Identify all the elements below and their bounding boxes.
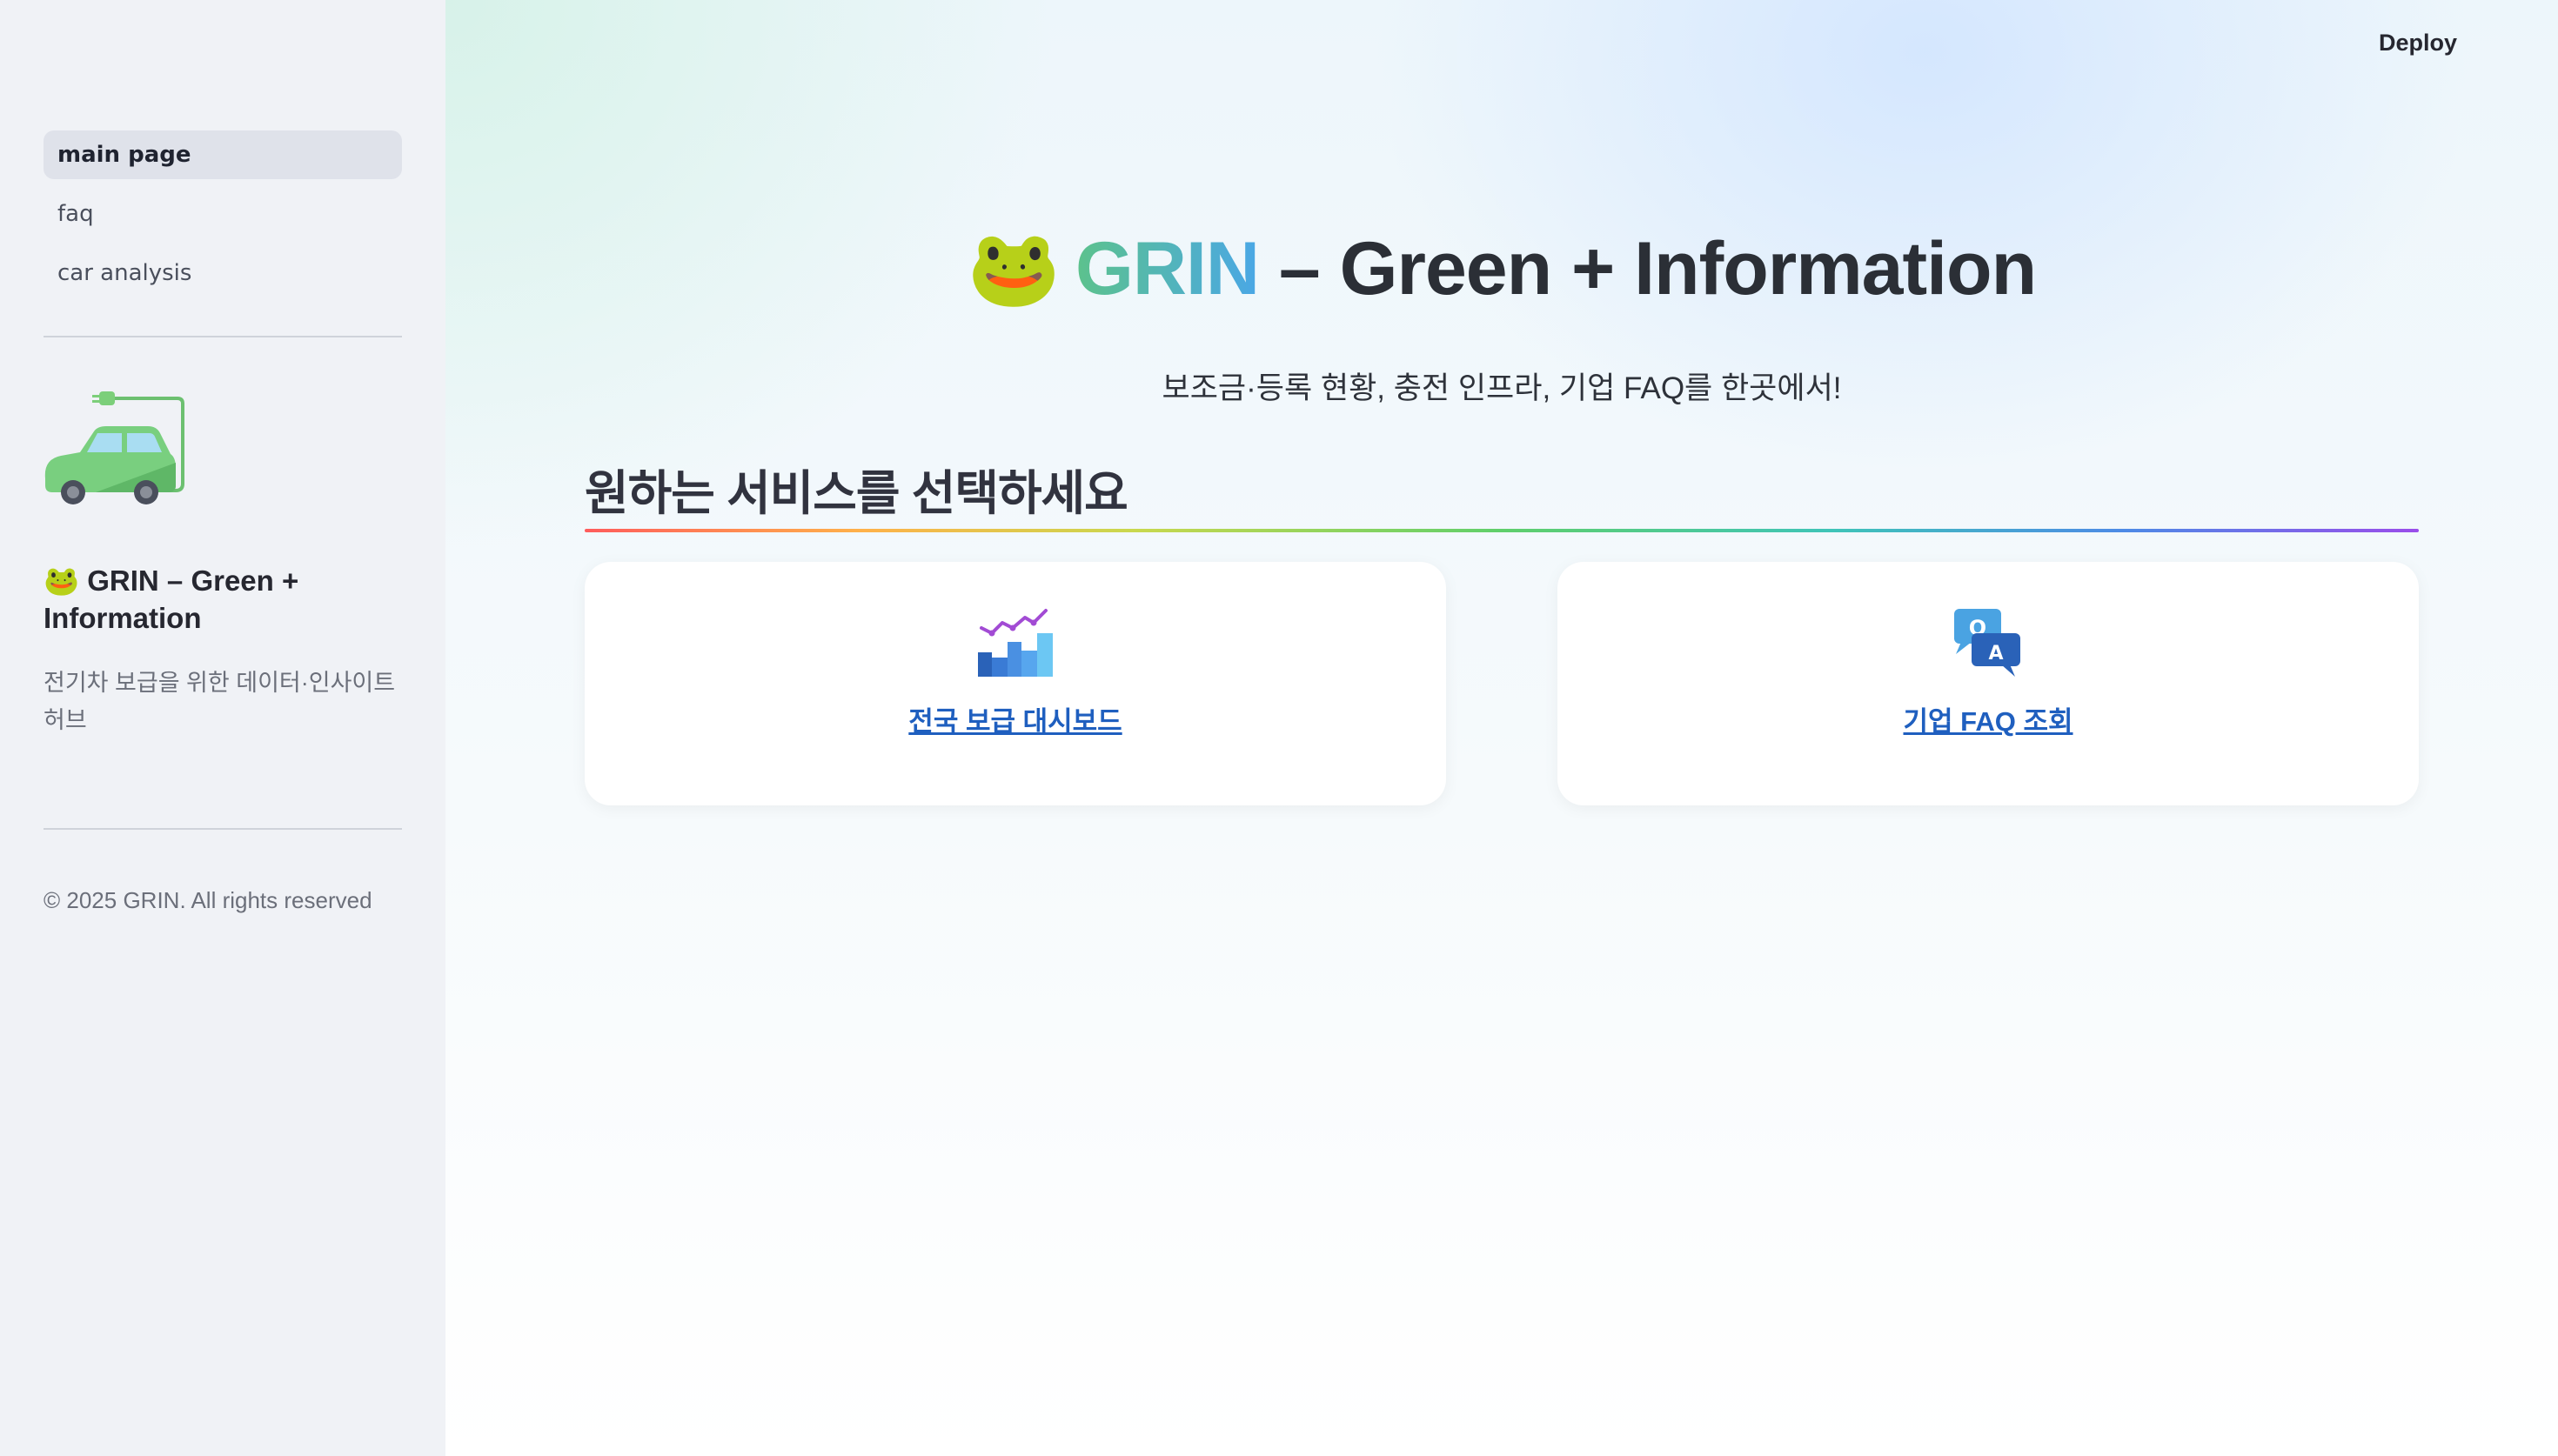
sidebar-footer: © 2025 GRIN. All rights reserved [44,887,372,913]
nav-item-car-analysis[interactable]: car analysis [44,249,402,297]
nav-item-faq[interactable]: faq [44,190,402,238]
tagline: 보조금·등록 현황, 충전 인프라, 기업 FAQ를 한곳에서! [1162,371,1842,405]
electric-car-icon [44,391,184,504]
chart-icon [978,609,1053,677]
sidebar: main page faq car analysis 🐸 GRIN – Gree… [0,0,445,1456]
faq-link[interactable]: 기업 FAQ 조회 [1557,699,2419,738]
deploy-button[interactable]: Deploy [2379,30,2457,57]
rainbow-divider [585,529,2419,532]
dashboard-card[interactable]: 전국 보급 대시보드 [585,562,1446,805]
title-rest: – Green + Information [1258,227,2037,311]
dashboard-link[interactable]: 전국 보급 대시보드 [585,699,1446,738]
qa-icon: Q A [1954,609,2020,677]
page-title: 🐸 GRIN – Green + Information [445,224,2558,312]
faq-card[interactable]: Q A 기업 FAQ 조회 [1557,562,2419,805]
sidebar-title: 🐸 GRIN – Green + Information [44,564,299,634]
sidebar-divider [44,828,402,830]
section-title: 원하는 서비스를 선택하세요 [585,466,1128,520]
sidebar-subtitle: 전기차 보급을 위한 데이터·인사이트 허브 [44,670,396,733]
nav-item-main-page[interactable]: main page [44,130,402,179]
brand-name: GRIN [1075,227,1260,311]
frog-icon: 🐸 [967,227,1061,311]
sidebar-nav: main page faq car analysis [44,130,402,308]
svg-text:A: A [1988,643,2003,665]
sidebar-divider [44,336,402,337]
main-content: Deploy 🐸 GRIN – Green + Information 보조금·등… [445,0,2558,1456]
